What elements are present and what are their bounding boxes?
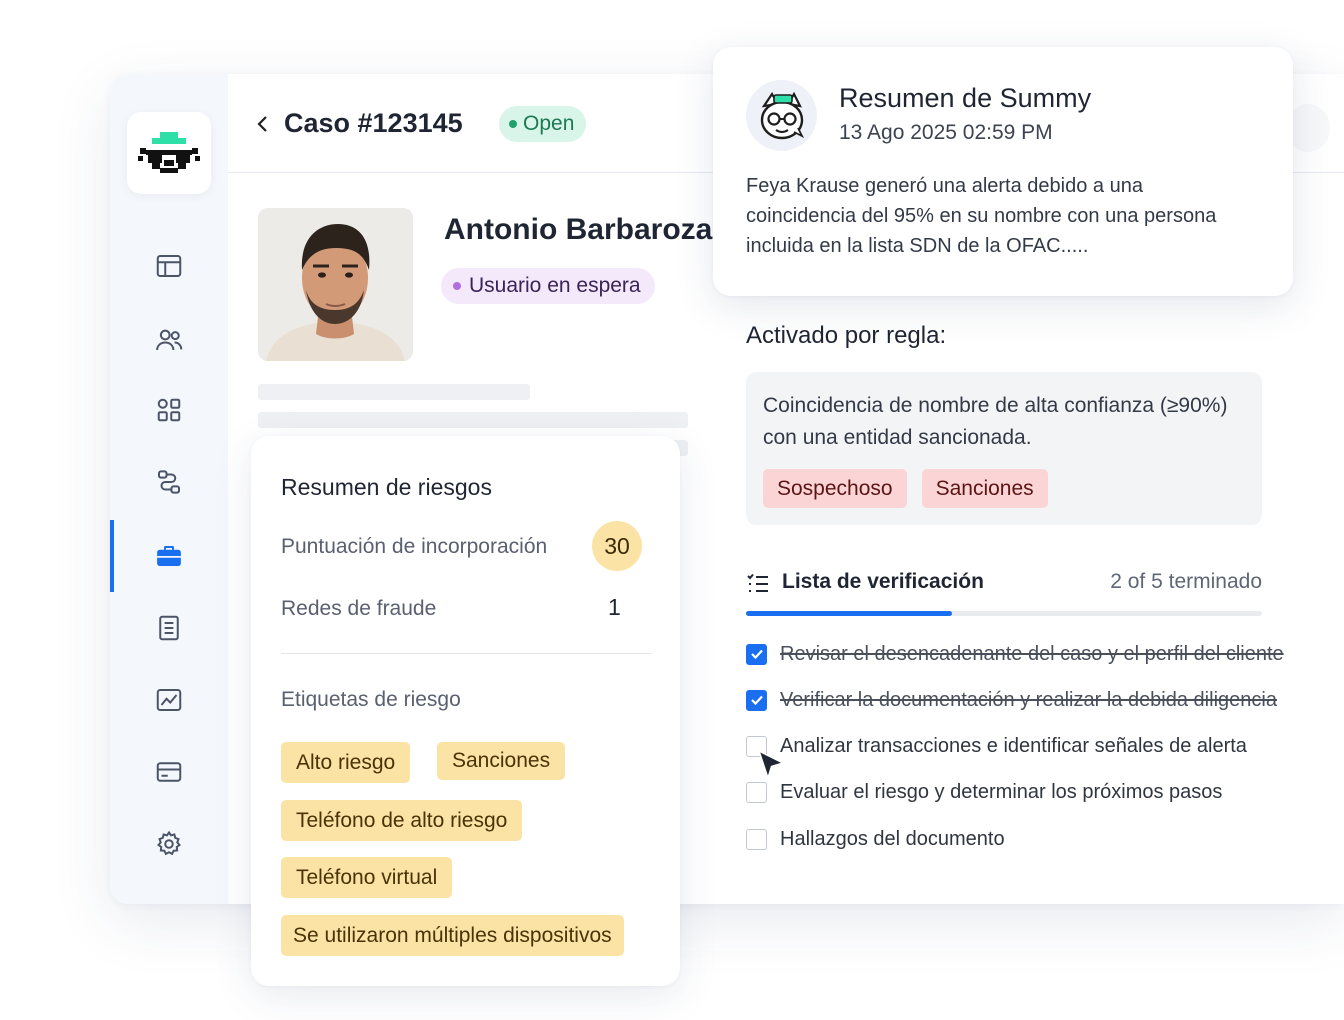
sidebar — [110, 74, 228, 904]
risk-tag: Sanciones — [437, 742, 566, 780]
nav-settings[interactable] — [110, 814, 228, 874]
summy-summary-card: Resumen de Summy 13 Ago 2025 02:59 PM Fe… — [713, 47, 1293, 296]
risk-summary-card: Resumen de riesgos Puntuación de incorpo… — [251, 436, 680, 986]
skeleton-line — [258, 412, 688, 428]
checklist-icon — [747, 573, 768, 592]
mouse-cursor-icon — [758, 750, 784, 779]
onboarding-score-badge: 30 — [592, 521, 642, 571]
checklist-item-label: Revisar el desencadenante del caso y el … — [780, 642, 1284, 665]
briefcase-icon — [157, 546, 181, 566]
rule-box: Coincidencia de nombre de alta confianza… — [746, 372, 1262, 525]
document-icon — [159, 615, 179, 641]
rule-tag: Sanciones — [921, 469, 1048, 508]
case-status-label: Open — [523, 112, 575, 135]
workflow-icon — [158, 470, 180, 494]
risk-tag: Se utilizaron múltiples dispositivos — [281, 915, 624, 956]
layout-icon — [156, 255, 182, 277]
status-dot-icon — [453, 282, 461, 290]
user-photo — [258, 208, 413, 361]
status-dot-icon — [509, 120, 517, 128]
app-logo[interactable] — [127, 112, 211, 194]
summy-text: Feya Krause generó una alerta debido a u… — [746, 175, 1217, 257]
card-icon — [156, 762, 182, 782]
nav-cases[interactable] — [110, 520, 228, 592]
summy-date: 13 Ago 2025 02:59 PM — [839, 121, 1053, 144]
checklist-item[interactable]: Evaluar el riesgo y determinar los próxi… — [746, 777, 1222, 807]
checklist-item-label: Analizar transacciones e identificar señ… — [780, 734, 1247, 757]
case-status-badge: Open — [499, 106, 587, 142]
risk-tag: Teléfono de alto riesgo — [281, 800, 523, 841]
checkbox-unchecked[interactable] — [746, 781, 767, 803]
back-arrow-icon[interactable] — [252, 112, 272, 136]
checkbox-checked[interactable] — [746, 643, 767, 665]
nav-analytics[interactable] — [110, 670, 228, 730]
users-icon — [156, 329, 183, 351]
checklist-item[interactable]: Revisar el desencadenante del caso y el … — [746, 639, 1284, 669]
case-title: Caso #123145 — [284, 108, 463, 138]
checklist-item-label: Evaluar el riesgo y determinar los próxi… — [780, 780, 1223, 803]
user-status-chip: Usuario en espera — [441, 268, 655, 304]
logo-icon — [138, 132, 200, 173]
fraud-networks-label: Redes de fraude — [281, 597, 437, 620]
checklist-count: 2 of 5 terminado — [1110, 570, 1262, 593]
rule-heading: Activado por regla: — [746, 322, 947, 349]
user-avatar — [258, 208, 413, 361]
rule-text: Coincidencia de nombre de alta confianza… — [763, 394, 1228, 449]
apps-grid-icon — [157, 398, 181, 422]
checklist-item[interactable]: Hallazgos del documento — [746, 824, 1005, 854]
checklist-item-label: Hallazgos del documento — [780, 827, 1005, 850]
summy-title: Resumen de Summy — [839, 83, 1092, 113]
checkbox-unchecked[interactable] — [746, 828, 767, 850]
nav-dashboard[interactable] — [110, 236, 228, 296]
nav-workflows[interactable] — [110, 452, 228, 512]
checklist-progress — [746, 611, 1262, 616]
chart-icon — [156, 689, 182, 711]
risk-tag: Alto riesgo — [281, 742, 411, 783]
skeleton-line — [258, 384, 530, 400]
risk-tags-label: Etiquetas de riesgo — [281, 688, 461, 711]
gear-icon — [157, 830, 181, 856]
checklist-item[interactable]: Analizar transacciones e identificar señ… — [746, 731, 1247, 761]
rule-tags: Sospechoso Sanciones — [763, 469, 1048, 508]
summy-avatar — [746, 80, 817, 151]
checklist-item[interactable]: Verificar la documentación y realizar la… — [746, 685, 1277, 715]
nav-documents[interactable] — [110, 598, 228, 658]
summy-mascot-icon — [760, 91, 804, 139]
fraud-networks-value: 1 — [608, 594, 621, 620]
checklist-title: Lista de verificación — [782, 570, 984, 593]
nav-apps[interactable] — [110, 380, 228, 440]
risk-divider — [281, 653, 651, 654]
checklist-progress-fill — [746, 611, 953, 616]
checklist-header: Lista de verificación 2 of 5 terminado — [746, 570, 1262, 600]
checkmark-icon — [750, 695, 763, 706]
risk-summary-title: Resumen de riesgos — [281, 474, 492, 500]
user-status-label: Usuario en espera — [469, 274, 641, 297]
rule-tag: Sospechoso — [763, 469, 907, 508]
nav-users[interactable] — [110, 310, 228, 370]
checkmark-icon — [750, 649, 763, 660]
user-name: Antonio Barbaroza — [444, 213, 713, 246]
checkbox-checked[interactable] — [746, 689, 767, 711]
risk-tag: Teléfono virtual — [281, 857, 453, 898]
checklist-item-label: Verificar la documentación y realizar la… — [780, 688, 1277, 711]
onboarding-score-label: Puntuación de incorporación — [281, 535, 548, 558]
nav-payments[interactable] — [110, 742, 228, 802]
